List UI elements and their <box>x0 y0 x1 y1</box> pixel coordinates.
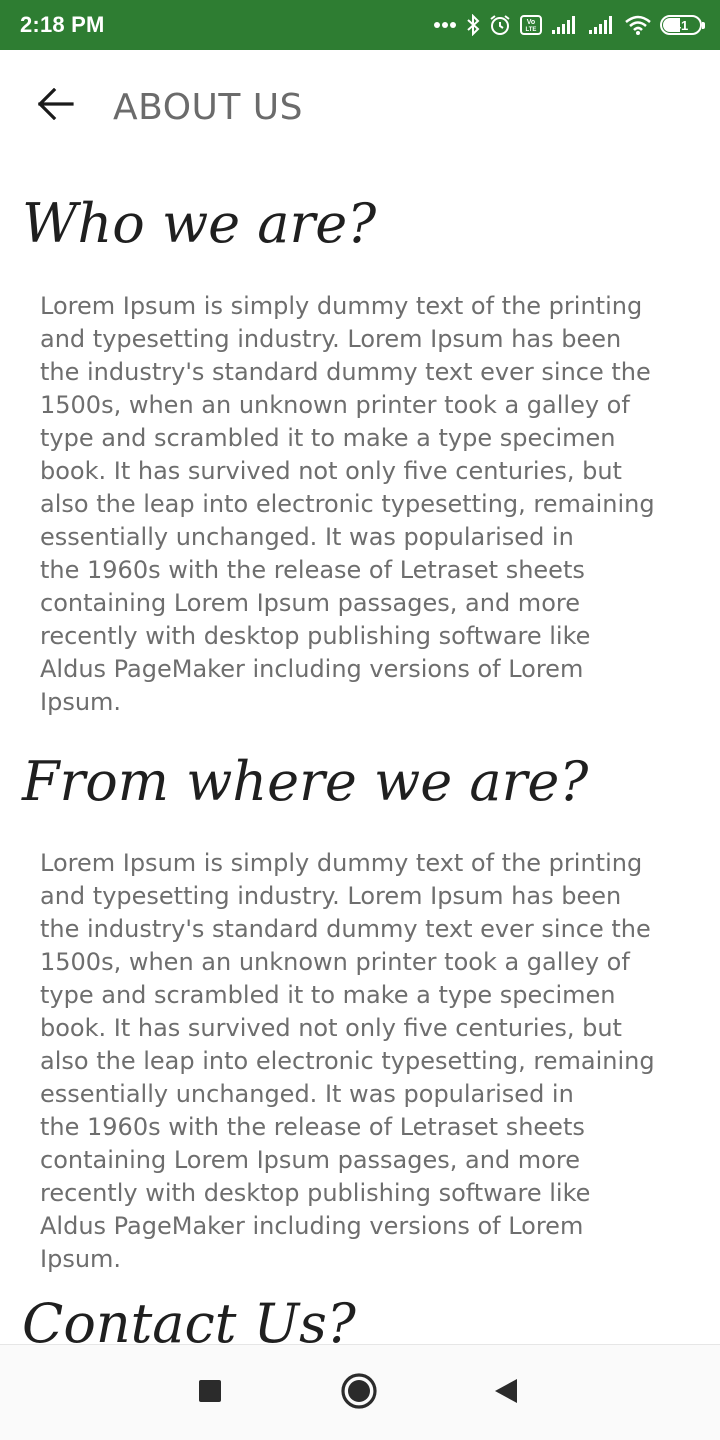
section-body-who: Lorem Ipsum is simply dummy text of the … <box>40 292 655 716</box>
recents-square-icon <box>198 1379 222 1407</box>
section-heading-from-where: From where we are? <box>22 750 589 813</box>
about-content[interactable]: Who we are? Lorem Ipsum is simply dummy … <box>0 162 720 1344</box>
page-title: ABOUT US <box>113 87 304 128</box>
bluetooth-icon <box>466 14 480 36</box>
home-circle-icon <box>340 1372 378 1414</box>
svg-text:LTE: LTE <box>526 27 537 33</box>
volte-icon: Vo LTE <box>520 15 542 35</box>
recents-button[interactable] <box>182 1365 238 1421</box>
signal-icon <box>551 15 579 35</box>
section-body-from-where: Lorem Ipsum is simply dummy text of the … <box>40 849 655 1273</box>
svg-text:Vo: Vo <box>527 19 535 26</box>
system-nav-bar <box>0 1344 720 1440</box>
back-nav-button[interactable] <box>478 1365 534 1421</box>
app-bar: ABOUT US <box>0 50 720 162</box>
more-dots-icon <box>433 21 457 29</box>
section-heading-who: Who we are? <box>22 192 377 255</box>
battery-tip <box>702 22 705 29</box>
status-bar: 2:18 PM Vo LTE 41 <box>0 0 720 50</box>
arrow-left-icon <box>37 87 74 124</box>
status-icons: Vo LTE 41 <box>433 11 705 39</box>
battery-level: 41 <box>673 17 689 33</box>
battery-icon: 41 <box>660 15 705 35</box>
status-time: 2:18 PM <box>20 12 105 37</box>
section-heading-contact: Contact Us? <box>22 1292 356 1344</box>
home-button[interactable] <box>331 1365 387 1421</box>
signal-icon <box>588 15 616 35</box>
back-triangle-icon <box>493 1377 519 1409</box>
wifi-icon <box>625 15 651 35</box>
alarm-icon <box>489 14 511 36</box>
back-button[interactable] <box>26 76 86 136</box>
